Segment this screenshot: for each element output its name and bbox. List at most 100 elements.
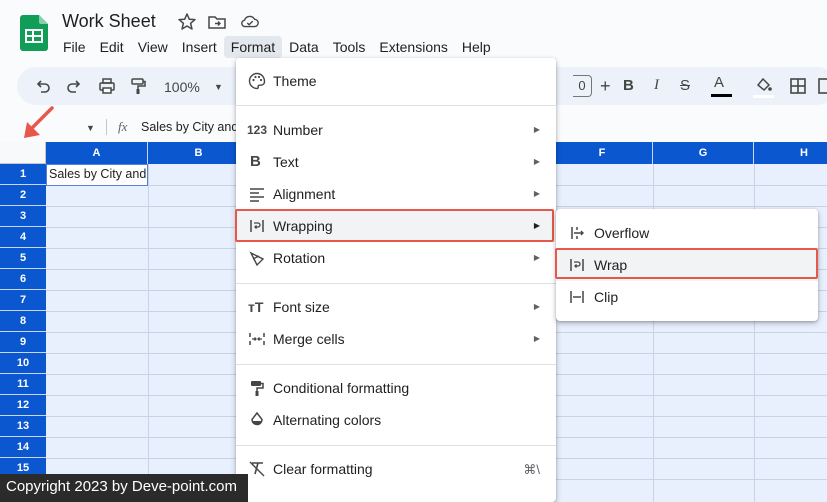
row-header-1[interactable]: 1 [0, 164, 46, 185]
menu-item-merge-cells[interactable]: Merge cells ▶ [236, 323, 556, 355]
menu-item-clip[interactable]: Clip [556, 281, 818, 313]
select-all-corner[interactable] [0, 142, 46, 164]
menu-tools[interactable]: Tools [326, 36, 373, 58]
menu-item-alignment[interactable]: Alignment ▶ [236, 178, 556, 210]
submenu-arrow-icon: ▶ [533, 253, 540, 262]
submenu-arrow-icon: ▶ [533, 125, 540, 134]
bold-icon[interactable]: B [623, 77, 634, 94]
merge-cells-icon [249, 333, 265, 345]
font-size-input[interactable]: 0 [573, 75, 592, 97]
row-header-2[interactable]: 2 [0, 185, 46, 206]
zoom-dropdown-icon[interactable]: ▼ [214, 82, 223, 92]
row-header-11[interactable]: 11 [0, 374, 46, 395]
menu-data[interactable]: Data [282, 36, 326, 58]
paint-format-icon[interactable] [128, 76, 148, 96]
row-header-13[interactable]: 13 [0, 416, 46, 437]
text-color-icon[interactable]: A [714, 74, 724, 91]
menu-item-alternating-colors[interactable]: Alternating colors [236, 404, 556, 436]
move-folder-icon[interactable] [207, 12, 227, 32]
menu-item-theme[interactable]: Theme [236, 65, 556, 97]
sheets-window: Work Sheet File Edit View Insert Format … [0, 0, 827, 502]
menu-format[interactable]: Format [223, 36, 283, 58]
cell-a1[interactable]: Sales by City and [46, 164, 148, 186]
row-header-3[interactable]: 3 [0, 206, 46, 227]
zoom-select[interactable]: 100% [164, 79, 200, 95]
menu-item-label: Rotation [273, 250, 326, 266]
formula-input[interactable]: Sales by City and [141, 120, 238, 134]
row-header-8[interactable]: 8 [0, 311, 46, 332]
borders-icon[interactable] [788, 76, 808, 96]
clear-format-icon [249, 461, 265, 477]
row-header-4[interactable]: 4 [0, 227, 46, 248]
menu-item-label: Number [273, 122, 323, 138]
menu-item-font-size[interactable]: ᴛT Font size ▶ [236, 291, 556, 323]
document-title[interactable]: Work Sheet [62, 11, 156, 32]
row-header-7[interactable]: 7 [0, 290, 46, 311]
redo-icon[interactable] [64, 76, 84, 96]
column-header-g[interactable]: G [653, 142, 754, 164]
print-icon[interactable] [97, 76, 117, 96]
name-box-dropdown-icon[interactable]: ▼ [86, 123, 95, 133]
fill-color-swatch [753, 95, 774, 98]
column-header-b[interactable]: B [148, 142, 250, 164]
menu-item-number[interactable]: 123 Number ▶ [236, 114, 556, 146]
clip-icon [570, 291, 584, 303]
submenu-arrow-icon: ▶ [533, 157, 540, 166]
menu-item-label: Clear formatting [273, 461, 373, 477]
menu-separator [236, 445, 556, 446]
menu-item-text[interactable]: B Text ▶ [236, 146, 556, 178]
menu-item-overflow[interactable]: Overflow [556, 217, 818, 249]
font-size-increase-button[interactable]: + [600, 76, 611, 97]
row-header-9[interactable]: 9 [0, 332, 46, 353]
undo-icon[interactable] [33, 76, 53, 96]
column-header-a[interactable]: A [46, 142, 148, 164]
fx-icon: fx [118, 119, 128, 134]
row-header-10[interactable]: 10 [0, 353, 46, 374]
cloud-status-icon[interactable] [240, 12, 260, 32]
menu-separator [236, 283, 556, 284]
align-left-icon [250, 188, 264, 202]
menu-item-label: Overflow [594, 225, 650, 241]
annotation-arrow-icon [24, 106, 54, 138]
row-header-14[interactable]: 14 [0, 437, 46, 458]
column-header-h[interactable]: H [754, 142, 827, 164]
menu-item-label: Merge cells [273, 331, 345, 347]
menu-item-rotation[interactable]: Rotation ▶ [236, 242, 556, 274]
menu-item-label: Font size [273, 299, 330, 315]
italic-icon[interactable]: I [654, 77, 659, 94]
menu-insert[interactable]: Insert [175, 36, 224, 58]
row-header-5[interactable]: 5 [0, 248, 46, 269]
menu-item-clear-formatting[interactable]: Clear formatting ⌘\ [236, 453, 556, 485]
menu-extensions[interactable]: Extensions [372, 36, 454, 58]
menu-separator [236, 364, 556, 365]
paint-roller-icon [251, 381, 264, 396]
menu-view[interactable]: View [131, 36, 175, 58]
menu-item-label: Theme [273, 73, 317, 89]
bold-text-icon: B [250, 153, 261, 170]
row-header-12[interactable]: 12 [0, 395, 46, 416]
text-color-swatch [711, 94, 732, 97]
format-menu: Theme 123 Number ▶ B Text ▶ Alignment ▶ [236, 58, 556, 502]
sheets-logo-icon[interactable] [20, 15, 48, 51]
menu-help[interactable]: Help [455, 36, 498, 58]
color-drop-icon [251, 411, 263, 426]
copyright-watermark: Copyright 2023 by Deve-point.com [0, 474, 248, 502]
menu-item-label: Conditional formatting [273, 380, 410, 396]
text-rotation-icon [249, 251, 265, 267]
column-header-f[interactable]: F [552, 142, 653, 164]
fill-color-icon[interactable] [754, 76, 774, 96]
menubar: File Edit View Insert Format Data Tools … [56, 36, 498, 58]
strikethrough-icon[interactable]: S [680, 77, 690, 94]
menu-item-conditional-formatting[interactable]: Conditional formatting [236, 372, 556, 404]
row-header-6[interactable]: 6 [0, 269, 46, 290]
star-icon[interactable] [177, 12, 197, 32]
menu-edit[interactable]: Edit [93, 36, 131, 58]
submenu-arrow-icon: ▶ [533, 302, 540, 311]
menu-file[interactable]: File [56, 36, 93, 58]
font-size-icon: ᴛT [248, 299, 264, 315]
submenu-arrow-icon: ▶ [533, 334, 540, 343]
merge-cells-icon[interactable] [816, 76, 827, 96]
menu-item-label: Alternating colors [273, 412, 382, 428]
wrapping-highlight [235, 209, 554, 242]
menu-item-label: Clip [594, 289, 619, 305]
